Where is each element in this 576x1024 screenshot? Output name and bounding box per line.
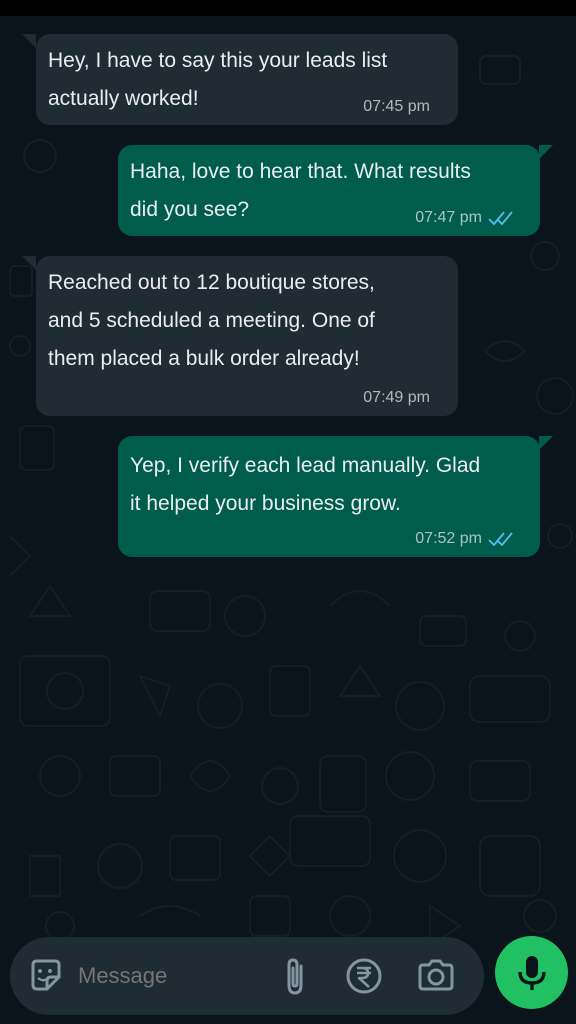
status-bar xyxy=(0,0,576,16)
bubble-tail xyxy=(539,145,553,159)
message-bubble-outgoing[interactable]: Yep, I verify each lead manually. Glad i… xyxy=(118,436,540,557)
message-time: 07:47 pm xyxy=(415,209,482,226)
voice-message-button[interactable] xyxy=(495,936,568,1009)
message-input[interactable] xyxy=(78,963,258,989)
message-meta: 07:47 pm xyxy=(415,208,514,228)
message-time: 07:49 pm xyxy=(363,389,430,406)
message-bubble-incoming[interactable]: Hey, I have to say this your leads list … xyxy=(36,34,458,125)
bubble-tail xyxy=(22,34,36,48)
message-meta: 07:45 pm xyxy=(363,97,430,117)
read-receipt-icon xyxy=(488,532,513,547)
bubble-tail xyxy=(22,256,36,270)
sticker-icon[interactable] xyxy=(27,957,65,1000)
message-time: 07:52 pm xyxy=(415,530,482,547)
message-meta: 07:49 pm xyxy=(363,388,430,408)
message-text: Yep, I verify each lead manually. Glad i… xyxy=(130,454,481,515)
mic-icon xyxy=(518,956,546,990)
rupee-icon[interactable] xyxy=(345,957,383,1000)
paperclip-icon[interactable] xyxy=(281,956,311,1001)
read-receipt-icon xyxy=(488,211,513,226)
bubble-tail xyxy=(539,436,553,450)
message-composer xyxy=(10,937,484,1015)
chat-screen: Hey, I have to say this your leads list … xyxy=(0,0,576,1024)
message-bubble-outgoing[interactable]: Haha, love to hear that. What results di… xyxy=(118,145,540,236)
message-bubble-incoming[interactable]: Reached out to 12 boutique stores, and 5… xyxy=(36,256,458,416)
camera-icon[interactable] xyxy=(416,957,456,1000)
message-text: Reached out to 12 boutique stores, and 5… xyxy=(48,271,375,370)
message-time: 07:45 pm xyxy=(363,98,430,115)
message-text: Hey, I have to say this your leads list … xyxy=(48,49,388,110)
message-meta: 07:52 pm xyxy=(415,529,514,549)
